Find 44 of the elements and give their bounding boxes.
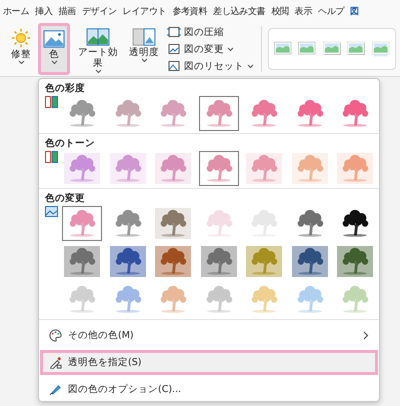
caret-icon — [94, 69, 102, 74]
art-effects-icon — [86, 27, 110, 47]
chevron-right-icon — [363, 331, 369, 340]
caret-icon — [140, 58, 148, 63]
caret-icon — [50, 60, 58, 65]
sun-icon — [10, 27, 32, 49]
section-heading: 色のトーン — [45, 137, 96, 151]
ribbon-tab[interactable]: 校閲 — [271, 4, 289, 18]
eyedropper-icon — [49, 356, 62, 369]
caret-icon — [247, 64, 254, 68]
caret-icon — [18, 60, 24, 65]
tone-icon — [45, 151, 58, 163]
ribbon-tab[interactable]: 図 — [350, 4, 359, 18]
ribbon-tab[interactable]: 差し込み文書 — [213, 4, 266, 18]
ribbon-tab[interactable]: レイアウト — [122, 4, 166, 18]
menu-item[interactable]: 図の色のオプション(C)... — [40, 377, 378, 402]
picture-icon — [45, 206, 58, 217]
ribbon-small-button[interactable]: 図の圧縮 — [167, 24, 254, 40]
ribbon-small-button[interactable]: 図のリセット — [167, 58, 254, 74]
ribbon-button[interactable]: アート効果 — [73, 23, 123, 75]
ribbon-button[interactable]: 透明度 — [126, 23, 162, 75]
ribbon-small-button[interactable]: 図の変更 — [167, 42, 254, 56]
menu-item[interactable]: 透明色を指定(S) — [40, 350, 378, 375]
saturation-icon — [45, 96, 58, 108]
ribbon-tab[interactable]: 描画 — [58, 4, 76, 18]
ribbon-tab[interactable]: ホーム — [3, 4, 30, 18]
ribbon-button[interactable]: 修整 — [7, 23, 35, 75]
ribbon-tab[interactable]: デザイン — [82, 4, 117, 18]
palette-icon — [49, 329, 62, 342]
menu-item[interactable]: その他の色(M) — [40, 323, 378, 348]
ribbon-tab[interactable]: ヘルプ — [318, 4, 344, 18]
section-heading: 色の彩度 — [45, 82, 86, 96]
picture-swap-icon — [167, 43, 181, 55]
reset-icon — [167, 60, 181, 72]
brush-icon — [49, 383, 62, 396]
ribbon-tab[interactable]: 参考資料 — [172, 4, 208, 18]
ribbon-tab[interactable]: 表示 — [294, 4, 312, 18]
section-heading: 色の変更 — [45, 192, 86, 206]
ribbon-tab[interactable]: 挿入 — [35, 4, 53, 18]
caret-icon — [227, 46, 234, 52]
ribbon-button[interactable]: 色 — [38, 23, 70, 75]
compress-icon — [167, 26, 181, 38]
transparency-icon — [132, 27, 156, 47]
picture-icon — [43, 29, 65, 49]
